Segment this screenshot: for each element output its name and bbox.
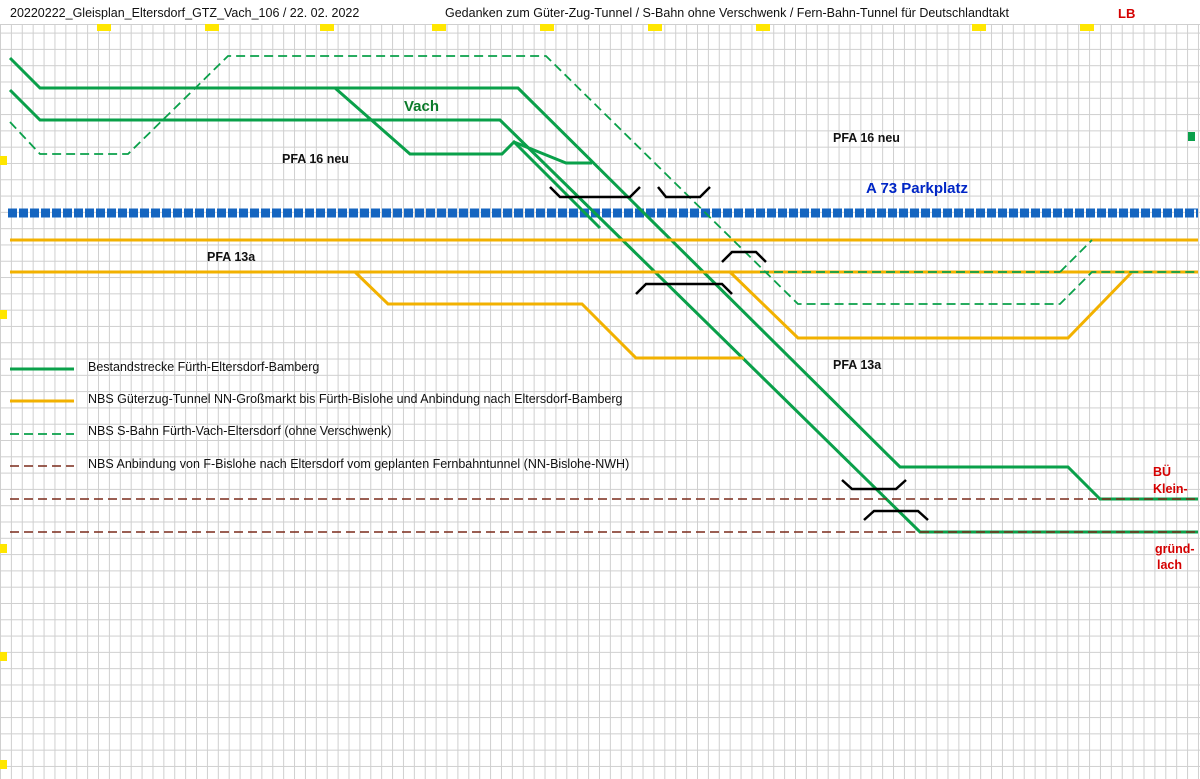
fernbahn-tracks (10, 498, 1198, 533)
pfa16-right-label: PFA 16 neu (833, 131, 900, 145)
place-label-line1: gründ- (1155, 542, 1195, 556)
legend-item-bestand: Bestandstrecke Fürth-Eltersdorf-Bamberg (88, 360, 320, 374)
pfa16-left-label: PFA 16 neu (282, 152, 349, 166)
station-vach-label: Vach (404, 98, 440, 115)
bridge-icon (721, 250, 767, 263)
legend-samples (10, 367, 74, 467)
bridge-icon (863, 509, 929, 521)
gueterzug-tracks (10, 238, 1198, 360)
legend-item-fernbahn: NBS Anbindung von F-Bislohe nach Eltersd… (88, 457, 630, 471)
a73-parking-label: A 73 Parkplatz (866, 180, 968, 197)
level-crossing-place-label: Klein- (1153, 482, 1188, 496)
bridge-icon (657, 186, 711, 199)
place-label-line2: lach (1157, 558, 1183, 572)
legend-item-sbahn: NBS S-Bahn Fürth-Vach-Eltersdorf (ohne V… (88, 424, 392, 438)
pfa13a-left-label: PFA 13a (207, 250, 256, 264)
track-plan (8, 55, 1198, 534)
level-crossing-label: BÜ (1153, 465, 1172, 479)
pfa13a-right-label: PFA 13a (833, 358, 882, 372)
legend-item-gueterzug: NBS Güterzug-Tunnel NN-Großmarkt bis Für… (88, 392, 623, 406)
sbahn-tracks (9, 55, 1198, 305)
